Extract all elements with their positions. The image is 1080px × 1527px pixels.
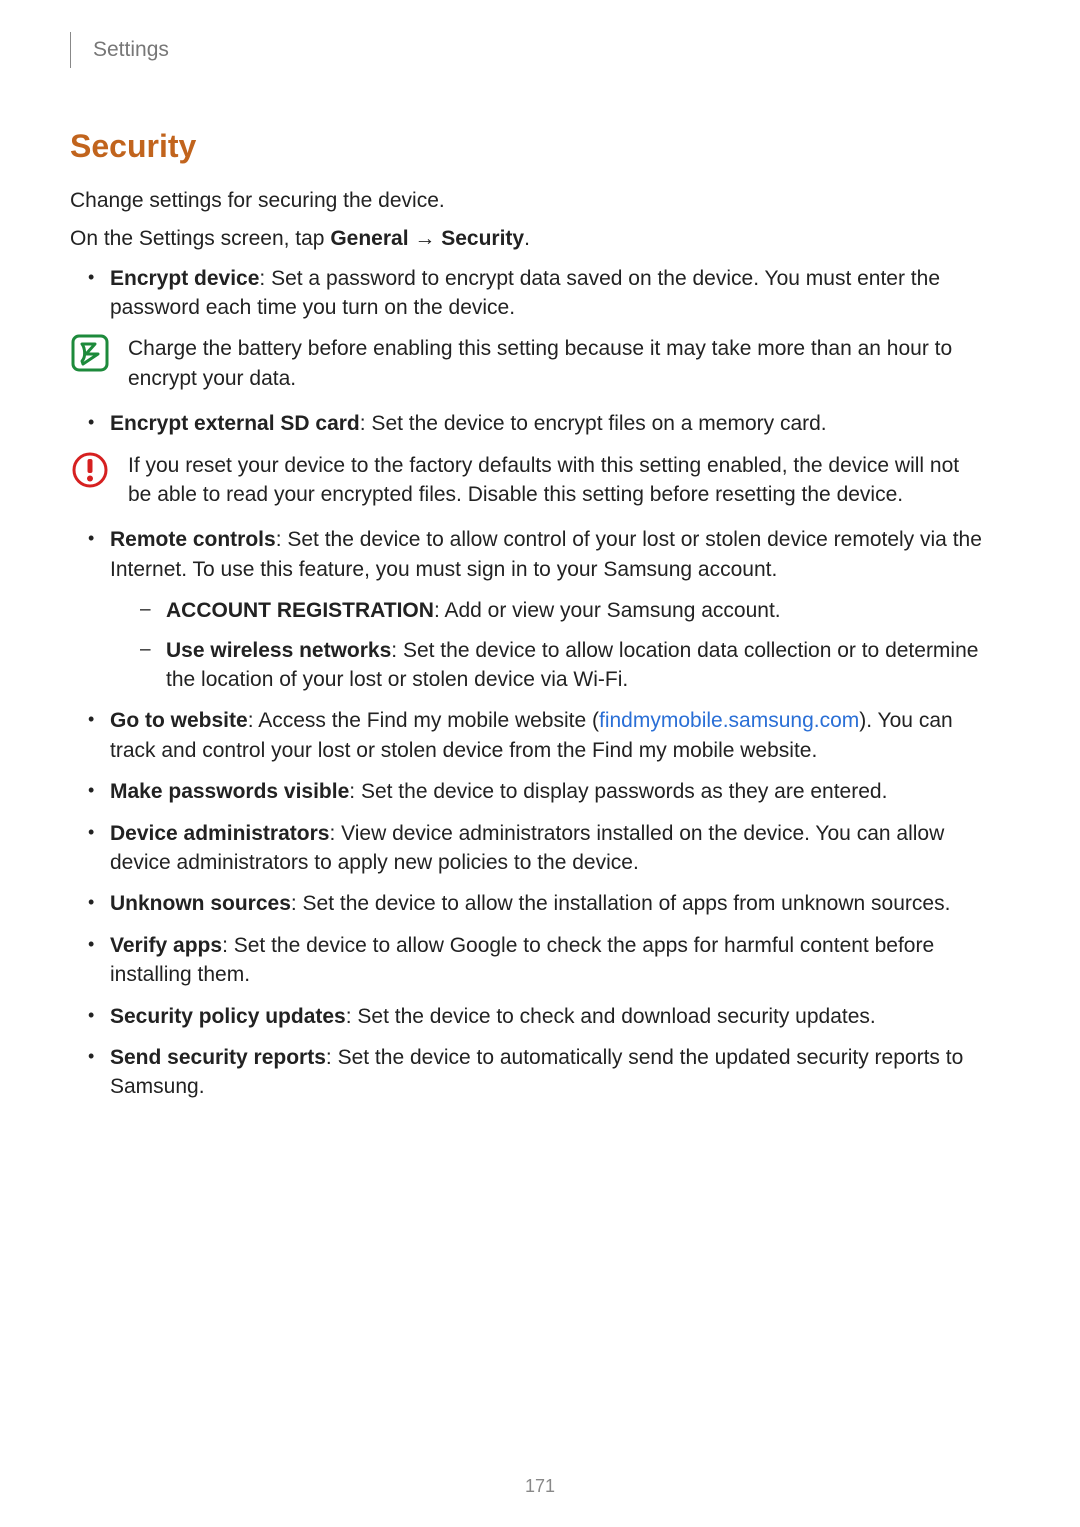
desc-policy-updates: : Set the device to check and download s… (346, 1005, 876, 1028)
intro-text: Change settings for securing the device. (70, 187, 985, 215)
term-encrypt-sd: Encrypt external SD card (110, 412, 360, 435)
desc-encrypt-sd: : Set the device to encrypt files on a m… (360, 412, 827, 435)
term-unknown-sources: Unknown sources (110, 892, 291, 915)
chapter-label: Settings (93, 38, 169, 62)
list-item: Security policy updates: Set the device … (70, 1002, 985, 1031)
page-number: 171 (0, 1476, 1080, 1497)
note-charge-text: Charge the battery before enabling this … (128, 334, 985, 393)
list-item: Unknown sources: Set the device to allow… (70, 889, 985, 918)
list-item: Encrypt device: Set a password to encryp… (70, 264, 985, 323)
bullet-list-sd: Encrypt external SD card: Set the device… (70, 409, 985, 438)
nav-step-general: General (330, 227, 408, 250)
note-icon (70, 334, 110, 372)
warning-reset-text: If you reset your device to the factory … (128, 451, 985, 510)
page: Settings Security Change settings for se… (0, 0, 1080, 1527)
link-findmymobile[interactable]: findmymobile.samsung.com (599, 709, 859, 732)
desc-passwords-visible: : Set the device to display passwords as… (349, 780, 887, 803)
term-passwords-visible: Make passwords visible (110, 780, 349, 803)
section-title: Security (70, 128, 985, 165)
term-device-admins: Device administrators (110, 822, 329, 845)
desc-verify-apps: : Set the device to allow Google to chec… (110, 934, 934, 986)
nav-suffix: . (524, 227, 530, 250)
list-item: Verify apps: Set the device to allow Goo… (70, 931, 985, 990)
term-remote-controls: Remote controls (110, 528, 276, 551)
warning-reset: If you reset your device to the factory … (70, 451, 985, 510)
warning-icon (70, 451, 110, 489)
sublist-remote: ACCOUNT REGISTRATION: Add or view your S… (110, 596, 985, 694)
term-policy-updates: Security policy updates (110, 1005, 346, 1028)
term-go-website: Go to website (110, 709, 248, 732)
bullet-list-main: Remote controls : Set the device to allow… (70, 525, 985, 1101)
list-item: Use wireless networks: Set the device to… (110, 636, 985, 695)
list-item: Send security reports: Set the device to… (70, 1043, 985, 1102)
term-verify-apps: Verify apps (110, 934, 222, 957)
list-item: Remote controls: Set the device to allow… (70, 525, 985, 694)
page-header: Settings (70, 32, 985, 68)
term-security-reports: Send security reports (110, 1046, 326, 1069)
desc-unknown-sources: : Set the device to allow the installati… (291, 892, 951, 915)
desc-go-website-before: : Access the Find my mobile website ( (248, 709, 599, 732)
list-item: ACCOUNT REGISTRATION: Add or view your S… (110, 596, 985, 625)
nav-step-security: Security (441, 227, 524, 250)
list-item: Encrypt external SD card: Set the device… (70, 409, 985, 438)
note-charge: Charge the battery before enabling this … (70, 334, 985, 393)
list-item: Go to website: Access the Find my mobile… (70, 706, 985, 765)
desc-account-reg: : Add or view your Samsung account. (434, 599, 781, 622)
list-item: Make passwords visible: Set the device t… (70, 777, 985, 806)
nav-prefix: On the Settings screen, tap (70, 227, 330, 250)
list-item: Device administrators: View device admin… (70, 819, 985, 878)
navigation-sentence: On the Settings screen, tap General → Se… (70, 225, 985, 253)
term-encrypt-device: Encrypt device (110, 267, 259, 290)
term-wireless: Use wireless networks (166, 639, 391, 662)
nav-arrow: → (409, 227, 442, 250)
term-account-reg: ACCOUNT REGISTRATION (166, 599, 434, 622)
bullet-list-top: Encrypt device: Set a password to encryp… (70, 264, 985, 323)
